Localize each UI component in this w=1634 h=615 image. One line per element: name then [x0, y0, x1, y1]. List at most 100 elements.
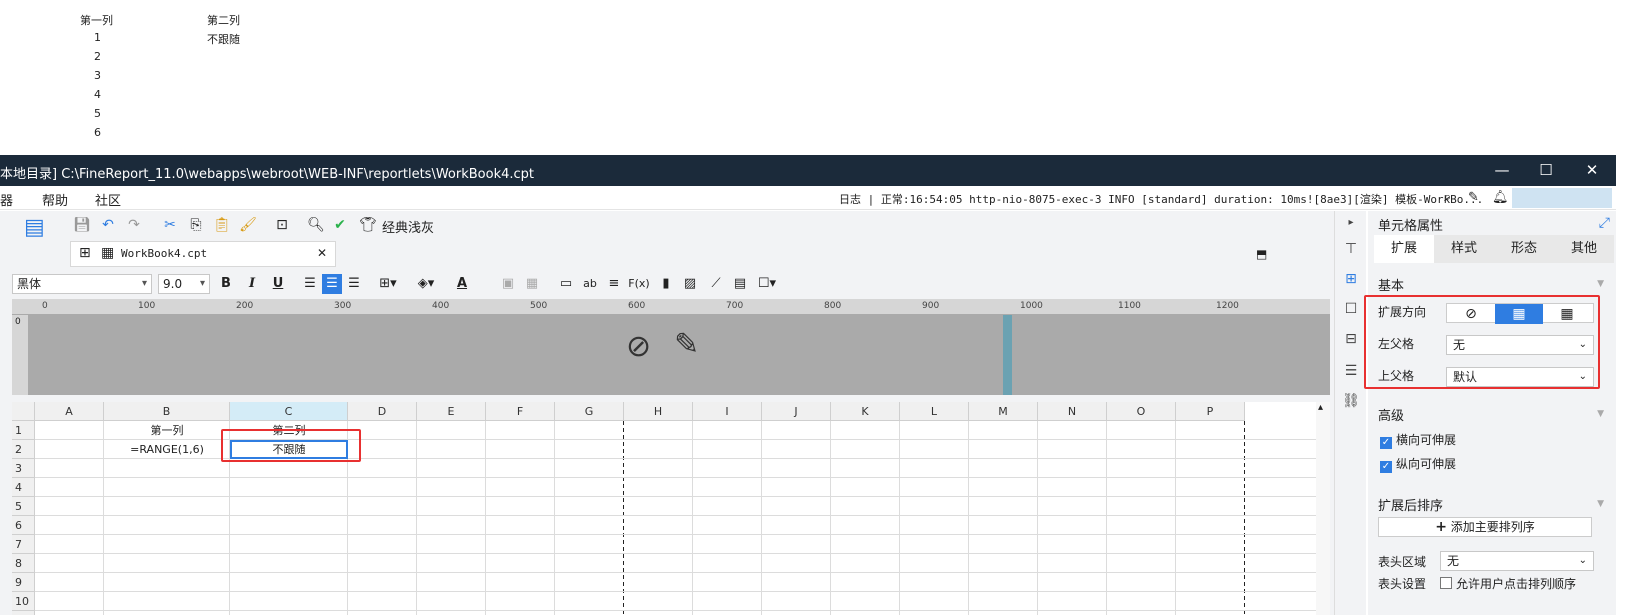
dock-icon[interactable]: ⬒	[1256, 247, 1267, 261]
copy-icon[interactable]: ⎘	[186, 215, 206, 235]
chart-icon[interactable]: ▮	[656, 274, 676, 294]
font-family-select[interactable]: 黑体 ▾	[12, 274, 152, 294]
theme-classic-gray[interactable]: 经典浅灰	[382, 217, 434, 236]
row-header-8[interactable]: 8	[12, 554, 35, 573]
column-header-M[interactable]: M	[969, 402, 1038, 421]
column-header-J[interactable]: J	[762, 402, 831, 421]
pencil-icon[interactable]: ✎	[674, 327, 699, 362]
spreadsheet-grid[interactable]: ABCDEFGHIJKLMNOP 1234567891011 第一列 第二列 =…	[12, 402, 1328, 615]
insert-cell-icon[interactable]: ▭	[556, 274, 576, 294]
column-header-C[interactable]: C	[230, 402, 348, 421]
header-area-select[interactable]: 无 ⌄	[1440, 551, 1594, 571]
template-icon[interactable]: ▤	[24, 215, 48, 243]
edit-note-icon[interactable]: ✎	[1468, 190, 1479, 205]
row-header-1[interactable]: 1	[12, 421, 35, 440]
column-header-G[interactable]: G	[555, 402, 624, 421]
row-header-9[interactable]: 9	[12, 573, 35, 592]
chevron-up-icon[interactable]: ▴	[1318, 402, 1323, 413]
column-header-A[interactable]: A	[35, 402, 104, 421]
cell-attr-icon[interactable]: ⊤	[1341, 239, 1361, 259]
horizontal-extensible-checkbox[interactable]: ✓ 横向可伸展	[1380, 431, 1456, 449]
frame-icon[interactable]: ☐▾	[754, 274, 780, 294]
cell-B2[interactable]: =RANGE(1,6)	[104, 440, 230, 459]
slash-icon[interactable]: ⟋	[706, 274, 726, 294]
column-header-F[interactable]: F	[486, 402, 555, 421]
bold-button[interactable]: B	[216, 274, 236, 294]
menu-item-community[interactable]: 社区	[95, 190, 121, 209]
row-header-7[interactable]: 7	[12, 535, 35, 554]
column-header-L[interactable]: L	[900, 402, 969, 421]
column-header-D[interactable]: D	[348, 402, 417, 421]
format-brush-icon[interactable]: 🖌︎	[238, 215, 258, 235]
undo-icon[interactable]: ↶	[98, 215, 118, 235]
preview-icon[interactable]: 🔍︎	[306, 215, 326, 235]
vertical-extensible-checkbox[interactable]: ✓ 纵向可伸展	[1380, 455, 1456, 473]
align-left-icon[interactable]: ☰	[300, 274, 320, 294]
italic-button[interactable]: I	[242, 274, 262, 294]
close-tab-icon[interactable]: ✕	[317, 246, 327, 260]
tab-form[interactable]: 形态	[1494, 235, 1554, 263]
column-header-K[interactable]: K	[831, 402, 900, 421]
tab-style[interactable]: 样式	[1434, 235, 1494, 263]
unmerge-cells-icon[interactable]: ▦	[522, 274, 542, 294]
close-button[interactable]: ✕	[1582, 160, 1602, 180]
text-ab-button[interactable]: ab	[580, 274, 600, 294]
link-icon[interactable]: ⛓	[1341, 391, 1361, 411]
subreport-icon[interactable]: ▤	[730, 274, 750, 294]
save-icon[interactable]: 💾︎	[72, 215, 92, 235]
column-header-B[interactable]: B	[104, 402, 230, 421]
widget-icon[interactable]: ⊞	[1341, 269, 1361, 289]
column-header-H[interactable]: H	[624, 402, 693, 421]
allow-user-sort-checkbox[interactable]: 允许用户点击排列顺序	[1440, 575, 1576, 592]
log-status[interactable]: 日志 | 正常:16:54:05 http-nio-8075-exec-3 IN…	[839, 191, 1483, 207]
doc-tab[interactable]: ⊞ ▦ WorkBook4.cpt ✕	[70, 241, 336, 267]
avatar[interactable]	[1512, 188, 1612, 208]
grid-view-icon[interactable]: ⊞	[79, 245, 91, 261]
redo-icon[interactable]: ↷	[124, 215, 144, 235]
check-icon[interactable]: ✔	[330, 215, 350, 235]
paste-icon[interactable]: 📋︎	[212, 215, 232, 235]
column-header-O[interactable]: O	[1107, 402, 1176, 421]
section-sort[interactable]: 扩展后排序	[1378, 495, 1443, 514]
tab-other[interactable]: 其他	[1554, 235, 1614, 263]
align-center-icon[interactable]: ☰	[322, 274, 342, 294]
collapse-icon[interactable]: ▸	[1341, 213, 1361, 233]
tab-expand[interactable]: 扩展	[1374, 235, 1434, 263]
select-all-corner[interactable]	[12, 402, 35, 421]
row-header-3[interactable]: 3	[12, 459, 35, 478]
row-header-2[interactable]: 2	[12, 440, 35, 459]
pin-icon[interactable]: ⤢	[1599, 215, 1610, 231]
border-icon[interactable]: ⊞▾	[378, 274, 398, 294]
chevron-down-icon[interactable]: ▼	[1597, 499, 1604, 509]
image-icon[interactable]: ▨	[680, 274, 700, 294]
row-header-10[interactable]: 10	[12, 592, 35, 611]
row-header-11[interactable]: 11	[12, 611, 35, 615]
add-sort-button[interactable]: + 添加主要排列序	[1378, 517, 1592, 537]
maximize-button[interactable]: ☐	[1536, 160, 1556, 180]
column-header-E[interactable]: E	[417, 402, 486, 421]
column-header-N[interactable]: N	[1038, 402, 1107, 421]
font-color-button[interactable]: A	[452, 274, 472, 294]
paragraph-icon[interactable]: ≡	[604, 274, 624, 294]
list-icon[interactable]: ☰	[1341, 361, 1361, 381]
column-header-P[interactable]: P	[1176, 402, 1245, 421]
condition-icon[interactable]: ⊟	[1341, 329, 1361, 349]
merge-cells-icon[interactable]: ▣	[498, 274, 518, 294]
row-header-6[interactable]: 6	[12, 516, 35, 535]
row-header-4[interactable]: 4	[12, 478, 35, 497]
eye-off-icon[interactable]: ⊘	[626, 329, 651, 364]
font-size-select[interactable]: 9.0 ▾	[158, 274, 210, 294]
underline-button[interactable]: U	[268, 274, 288, 294]
align-right-icon[interactable]: ☰	[344, 274, 364, 294]
menu-item-help[interactable]: 帮助	[42, 190, 68, 209]
minimize-button[interactable]: —	[1492, 160, 1512, 180]
row-header-5[interactable]: 5	[12, 497, 35, 516]
cell-B1[interactable]: 第一列	[104, 421, 230, 440]
formula-button[interactable]: F(x)	[626, 274, 652, 294]
section-basic[interactable]: 基本	[1378, 275, 1404, 294]
vertical-scrollbar[interactable]: ▴	[1316, 402, 1330, 615]
chevron-down-icon[interactable]: ▼	[1597, 409, 1604, 419]
chevron-down-icon[interactable]: ▼	[1597, 279, 1604, 289]
fill-color-icon[interactable]: ◈▾	[416, 274, 436, 294]
frame-icon[interactable]: ☐	[1341, 299, 1361, 319]
